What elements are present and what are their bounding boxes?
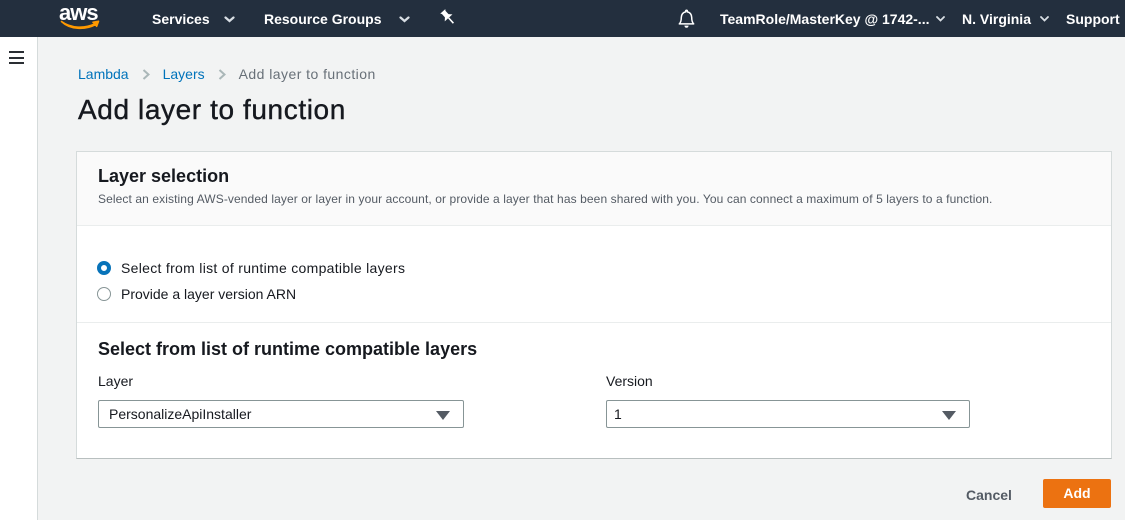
svg-text:aws: aws — [59, 2, 98, 25]
